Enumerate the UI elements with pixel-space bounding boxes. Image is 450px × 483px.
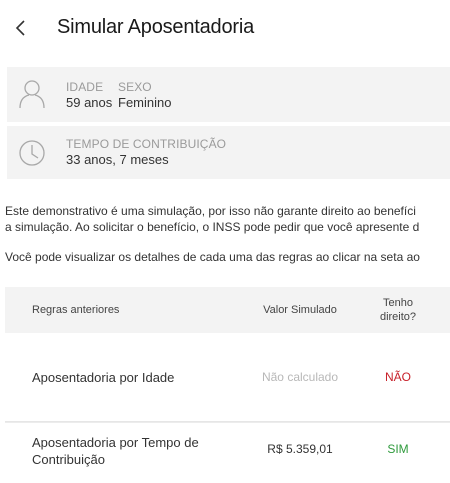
col-right-header-line-1: Tenho: [383, 297, 413, 309]
table-row[interactable]: Aposentadoria por Tempo de Contribuição …: [5, 422, 450, 478]
row-divider: [5, 422, 450, 423]
page-title: Simular Aposentadoria: [57, 16, 255, 38]
chevron-left-icon: [15, 20, 25, 36]
profile-card: IDADE 59 anos SEXO Feminino: [7, 67, 450, 122]
rules-table: Regras anteriores Valor Simulado Tenho d…: [5, 287, 450, 478]
rule-name: Aposentadoria por Tempo de Contribuição: [32, 434, 222, 468]
rule-name-line-1: Aposentadoria por Tempo de: [32, 435, 199, 450]
table-row[interactable]: Aposentadoria por Idade Não calculado NÃ…: [5, 333, 450, 422]
sex-label: SEXO: [118, 80, 152, 94]
age-value: 59 anos: [66, 95, 113, 110]
table-header: Regras anteriores Valor Simulado Tenho d…: [5, 287, 450, 333]
contribution-field: TEMPO DE CONTRIBUIÇÃO 33 anos, 7 meses: [66, 137, 226, 168]
contribution-value: 33 anos, 7 meses: [66, 152, 169, 167]
disclaimer-line-2: a simulação. Ao solicitar o benefício, o…: [5, 220, 420, 234]
age-label: IDADE: [66, 80, 104, 94]
rule-name-line-2: Contribuição: [32, 452, 105, 467]
rule-value: R$ 5.359,01: [267, 442, 333, 456]
sex-field: SEXO Feminino: [118, 80, 171, 111]
contribution-label: TEMPO DE CONTRIBUIÇÃO: [66, 137, 227, 151]
rule-eligibility: NÃO: [384, 370, 411, 384]
disclaimer-line-1: Este demonstrativo é uma simulação, por …: [5, 204, 416, 218]
disclaimer-line-3: Você pode visualizar os detalhes de cada…: [5, 250, 420, 264]
app-header: Simular Aposentadoria: [0, 0, 450, 57]
rule-value: Não calculado: [261, 370, 339, 384]
col-right-header-line-2: direito?: [379, 311, 417, 323]
contribution-card: TEMPO DE CONTRIBUIÇÃO 33 anos, 7 meses: [7, 126, 450, 179]
age-field: IDADE 59 anos: [66, 80, 112, 111]
rule-eligibility: SIM: [387, 442, 409, 456]
sex-value: Feminino: [118, 95, 172, 110]
col-right-header: Tenho direito?: [373, 296, 423, 324]
person-icon: [19, 80, 45, 109]
col-value-header: Valor Simulado: [263, 304, 337, 316]
back-button[interactable]: [10, 16, 32, 40]
clock-icon: [19, 140, 45, 166]
col-rules-header: Regras anteriores: [32, 304, 120, 316]
rule-name: Aposentadoria por Idade: [32, 370, 175, 385]
